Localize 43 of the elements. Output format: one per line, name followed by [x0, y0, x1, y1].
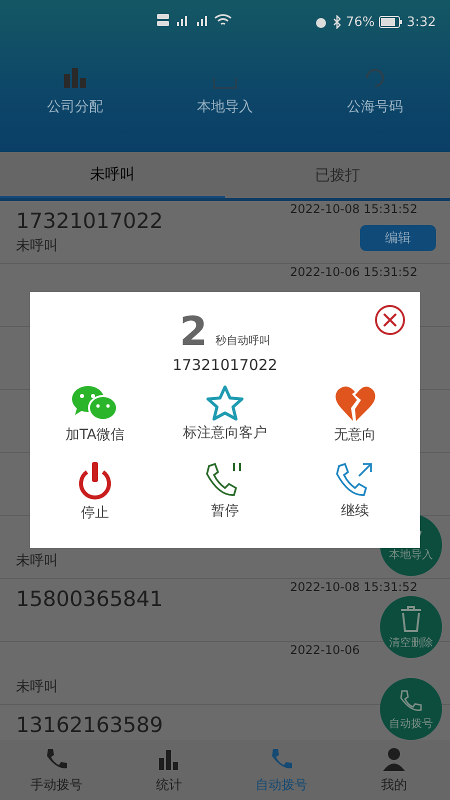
call-status: 未呼叫 [16, 552, 58, 571]
phone-number: 17321017022 [16, 208, 163, 235]
nav-item[interactable]: 我的 [380, 776, 407, 794]
date-time: 2022-10-08 15:31:52 [290, 201, 418, 217]
header-action-label[interactable]: 公海号码 [347, 98, 403, 116]
bluetooth-icon [332, 15, 342, 29]
person-icon[interactable] [380, 746, 407, 772]
tab[interactable]: 已拨打 [225, 152, 450, 198]
floating-button-label: 清空删除 [389, 634, 433, 650]
phone-number: 13162163589 [16, 712, 163, 739]
floating-button-label: 自动拨号 [389, 716, 433, 730]
battery-percent: 76% [346, 14, 375, 30]
broken-heart-icon[interactable] [333, 384, 377, 424]
clock-time: 3:32 [406, 14, 436, 30]
call-status: 未呼叫 [16, 237, 58, 256]
header-action-label[interactable]: 公司分配 [47, 98, 103, 116]
countdown-label: 秒自动呼叫 [215, 333, 270, 349]
edit-button[interactable]: 编辑 [360, 225, 436, 251]
floating-button-label: 本地导入 [389, 546, 433, 562]
action-label[interactable]: 继续 [341, 502, 369, 520]
action-label[interactable]: 停止 [81, 504, 109, 522]
tab[interactable]: 未呼叫 [0, 152, 225, 198]
date-time: 2022-10-06 15:31:52 [290, 264, 418, 280]
battery-icon [378, 16, 403, 28]
action-label[interactable]: 无意向 [334, 426, 376, 444]
action-label[interactable]: 暂停 [211, 502, 239, 520]
action-label[interactable]: 加TA微信 [65, 426, 125, 444]
star-icon[interactable] [205, 384, 245, 422]
header-action-label[interactable]: 本地导入 [197, 98, 253, 116]
phone-number: 17321017022 [172, 356, 278, 374]
date-time: 2022-10-08 15:31:52 [290, 579, 418, 595]
close-icon[interactable] [374, 304, 406, 336]
trash-icon [398, 604, 424, 632]
nav-item[interactable]: 手动拨号 [30, 776, 82, 794]
call-status: 未呼叫 [16, 678, 58, 697]
date-time: 2022-10-06 [290, 642, 360, 658]
floating-button[interactable]: 清空删除 [380, 596, 442, 658]
countdown-number: 2 [180, 312, 208, 352]
bar-chart-icon[interactable] [62, 66, 88, 90]
nav-item[interactable]: 统计 [156, 776, 182, 794]
phone-number: 15800365841 [16, 586, 163, 613]
floating-button[interactable]: 自动拨号 [380, 678, 442, 740]
action-label[interactable]: 标注意向客户 [183, 424, 267, 442]
